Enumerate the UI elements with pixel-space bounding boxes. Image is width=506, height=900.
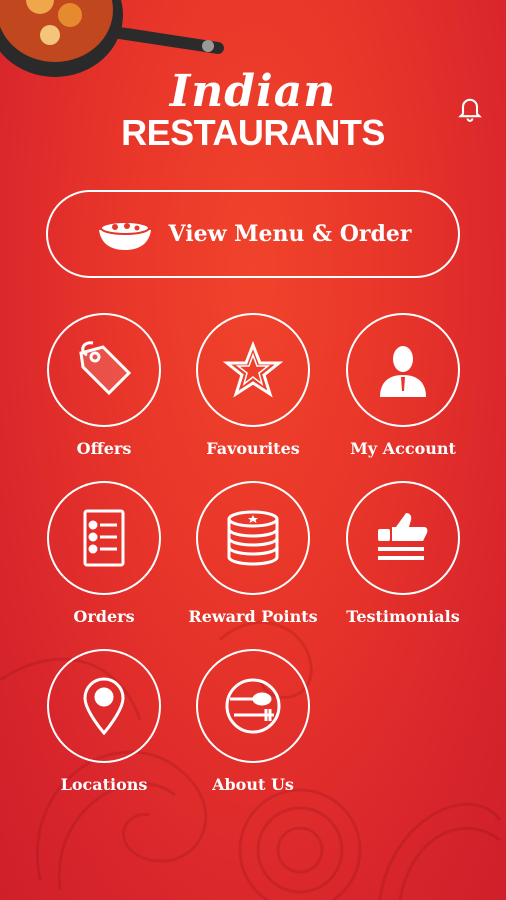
bell-icon[interactable] bbox=[456, 94, 484, 122]
tile-my-account-label: My Account bbox=[350, 439, 456, 458]
my-account-circle bbox=[346, 313, 460, 427]
view-menu-order-label: View Menu & Order bbox=[168, 221, 412, 247]
tile-testimonials-label: Testimonials bbox=[346, 607, 460, 626]
tile-favourites[interactable]: Favourites bbox=[178, 313, 328, 463]
location-pin-icon bbox=[83, 677, 125, 736]
tile-locations[interactable]: Locations bbox=[29, 649, 179, 799]
tile-favourites-label: Favourites bbox=[206, 439, 300, 458]
view-menu-order-button[interactable]: View Menu & Order bbox=[46, 190, 460, 278]
about-us-circle bbox=[196, 649, 310, 763]
favourites-circle bbox=[196, 313, 310, 427]
tile-about-us[interactable]: About Us bbox=[178, 649, 328, 799]
tile-my-account[interactable]: My Account bbox=[328, 313, 478, 463]
testimonials-circle bbox=[346, 481, 460, 595]
brand-line-2: RESTAURANTS bbox=[121, 112, 385, 153]
brand-line-1: Indian bbox=[169, 66, 337, 117]
orders-circle bbox=[47, 481, 161, 595]
locations-circle bbox=[47, 649, 161, 763]
tile-reward-points[interactable]: Reward Points bbox=[178, 481, 328, 631]
coin-stack-icon bbox=[227, 510, 279, 566]
tile-offers[interactable]: Offers bbox=[29, 313, 179, 463]
thumbs-up-icon bbox=[378, 513, 428, 560]
tile-orders[interactable]: Orders bbox=[29, 481, 179, 631]
reward-points-circle bbox=[196, 481, 310, 595]
offers-circle bbox=[47, 313, 161, 427]
tile-locations-label: Locations bbox=[60, 775, 148, 794]
tag-icon bbox=[79, 341, 132, 396]
tile-about-us-label: About Us bbox=[212, 775, 294, 794]
order-list-icon bbox=[83, 509, 125, 567]
tile-testimonials[interactable]: Testimonials bbox=[328, 481, 478, 631]
star-icon bbox=[222, 340, 284, 398]
tile-offers-label: Offers bbox=[76, 439, 132, 458]
plate-fork-icon bbox=[225, 678, 281, 734]
tile-reward-points-label: Reward Points bbox=[188, 607, 318, 626]
brand-logo: Indian RESTAURANTS bbox=[0, 70, 506, 152]
tile-orders-label: Orders bbox=[73, 607, 135, 626]
food-bowl-icon bbox=[98, 221, 151, 250]
person-icon bbox=[380, 346, 426, 397]
